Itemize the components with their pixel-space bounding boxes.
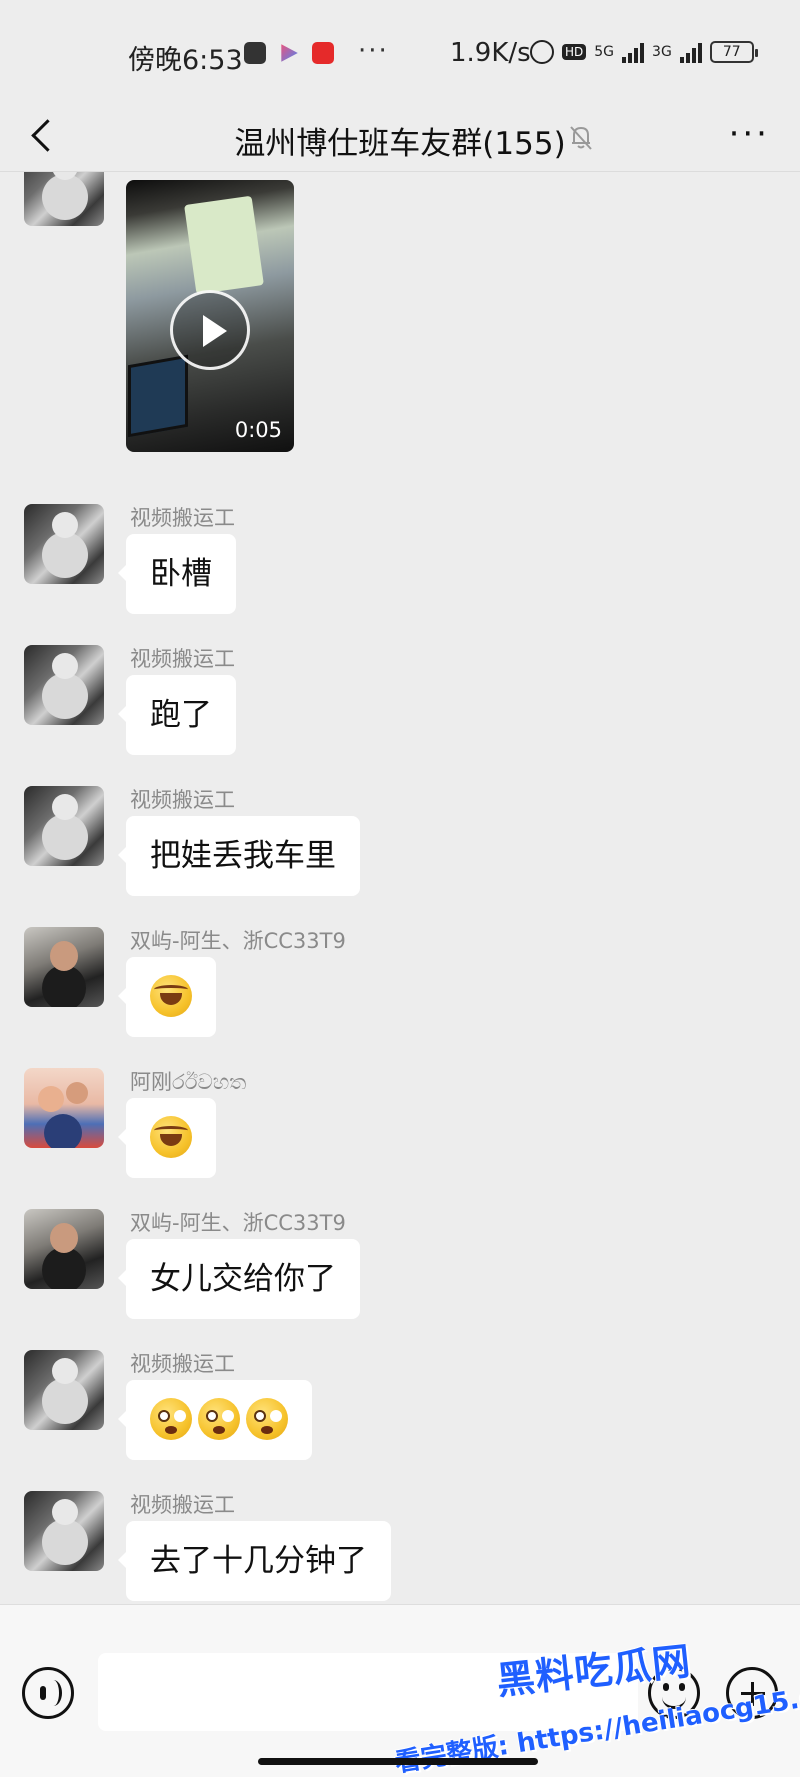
message-bubble[interactable]: 把娃丢我车里 (118, 816, 360, 896)
more-notifications-icon: ··· (358, 36, 389, 66)
avatar[interactable] (24, 786, 104, 866)
message-bubble[interactable]: 跑了 (118, 675, 236, 755)
teary-emoji-icon (198, 1397, 240, 1440)
avatar[interactable] (24, 1350, 104, 1430)
message-bubble[interactable]: 去了十几分钟了 (118, 1521, 391, 1601)
message-bubble[interactable]: 卧槽 (118, 534, 236, 614)
sender-name: 视频搬运工 (130, 1352, 235, 1376)
sender-name: 视频搬运工 (130, 788, 235, 812)
video-frame-screen (128, 354, 188, 438)
sender-name: 视频搬运工 (130, 506, 235, 530)
sender-name: 视频搬运工 (130, 1493, 235, 1517)
video-frame-sign (184, 195, 264, 295)
teary-emoji-icon (246, 1397, 288, 1440)
sender-name: 阿刚රඊවහත (130, 1070, 247, 1094)
avatar[interactable] (24, 172, 104, 226)
signal-3g-icon (679, 41, 702, 63)
network-speed: 1.9K/s (450, 38, 531, 68)
sender-name: 视频搬运工 (130, 647, 235, 671)
chat-header: 温州博仕班车友群(155) ··· (0, 100, 800, 172)
status-bar: 傍晚6:53 ··· 1.9K/s HD 5G 3G 77 (0, 0, 800, 100)
network-3g-label: 3G (652, 44, 672, 60)
hd-icon: HD (562, 44, 587, 60)
mute-bell-icon (570, 126, 592, 150)
sender-name: 双屿-阿生、浙CC33T9 (130, 1211, 346, 1235)
video-app-notification-icon (281, 44, 298, 62)
avatar[interactable] (24, 927, 104, 1007)
chat-title: 温州博仕班车友群(155) (234, 126, 566, 162)
battery-icon: 77 (709, 41, 758, 63)
avatar[interactable] (24, 1491, 104, 1571)
sender-name: 双屿-阿生、浙CC33T9 (130, 929, 346, 953)
voice-input-button[interactable] (22, 1667, 74, 1719)
status-time: 傍晚6:53 (128, 45, 243, 76)
teary-emoji-icon (150, 1397, 192, 1440)
avatar[interactable] (24, 1209, 104, 1289)
home-indicator[interactable] (258, 1758, 538, 1765)
play-icon[interactable] (170, 290, 250, 370)
video-duration: 0:05 (234, 418, 282, 442)
video-thumbnail[interactable]: 0:05 (126, 180, 294, 452)
message-bubble[interactable] (118, 957, 216, 1037)
avatar[interactable] (24, 504, 104, 584)
alarm-icon (530, 40, 554, 64)
avatar[interactable] (24, 1068, 104, 1148)
message-bubble[interactable] (118, 1098, 216, 1178)
laugh-cry-emoji-icon (150, 1115, 192, 1158)
news-app-notification-icon (312, 42, 334, 64)
message-bubble[interactable] (118, 1380, 312, 1460)
network-5g-label: 5G (594, 44, 615, 60)
signal-5g-icon (622, 41, 645, 63)
more-options-button[interactable]: ··· (729, 114, 770, 154)
app-notification-icon (244, 42, 266, 64)
message-list[interactable]: 0:05 视频搬运工 卧槽 视频搬运工 跑了 视频搬运工 把娃丢我车里 双屿-阿… (0, 172, 800, 1604)
laugh-cry-emoji-icon (150, 974, 192, 1017)
status-right-icons: HD 5G 3G 77 (530, 40, 758, 64)
avatar[interactable] (24, 645, 104, 725)
message-bubble[interactable]: 女儿交给你了 (118, 1239, 360, 1319)
